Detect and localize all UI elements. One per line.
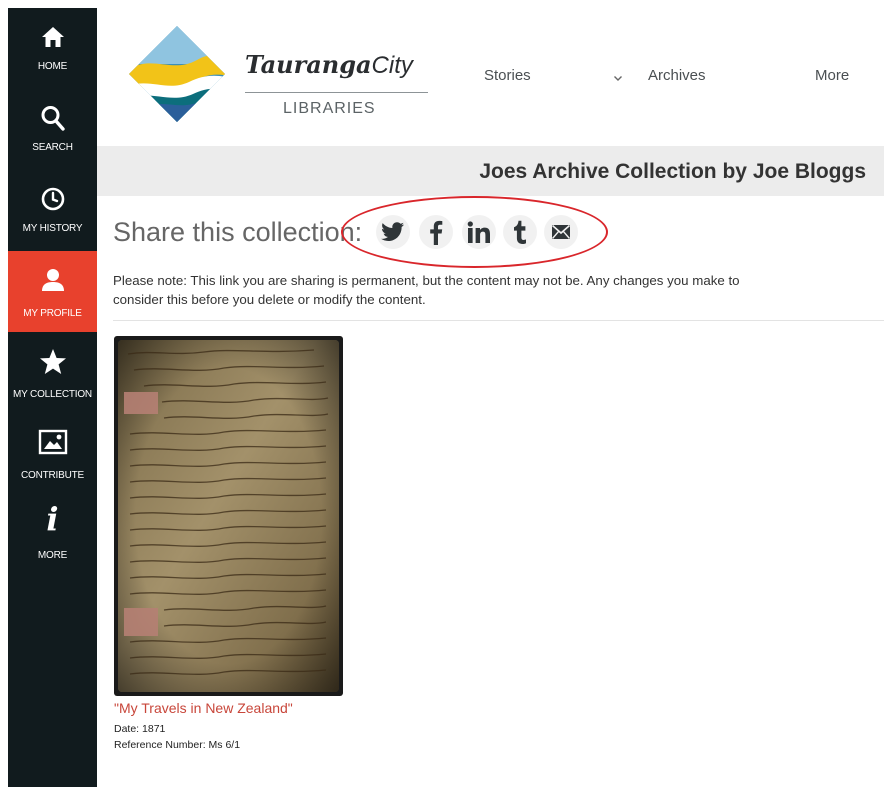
page-title: Joes Archive Collection by Joe Bloggs — [479, 160, 866, 183]
divider — [113, 320, 884, 321]
brand-name: TaurangaCity — [245, 50, 413, 79]
sidebar-item-label: MY COLLECTION — [13, 389, 92, 400]
image-icon — [8, 425, 97, 459]
nav-archives[interactable]: Archives — [648, 67, 706, 84]
item-thumbnail[interactable] — [114, 336, 343, 696]
clock-icon — [8, 182, 97, 216]
nav-stories[interactable]: Stories — [484, 67, 531, 84]
home-icon — [8, 20, 97, 54]
sidebar-item-label: SEARCH — [32, 142, 73, 153]
sidebar: HOME SEARCH MY HISTORY MY PROFILE MY COL… — [8, 8, 97, 787]
sidebar-item-label: CONTRIBUTE — [20, 470, 84, 481]
sidebar-item-label: HOME — [37, 61, 68, 72]
search-icon — [8, 101, 97, 135]
chevron-down-icon[interactable] — [613, 70, 623, 87]
sidebar-item-my-history[interactable]: MY HISTORY — [8, 170, 97, 251]
collection-titlebar: Joes Archive Collection by Joe Bloggs — [97, 146, 884, 196]
brand-divider — [245, 92, 428, 93]
sidebar-item-more[interactable]: i MORE — [8, 494, 97, 575]
nav-more[interactable]: More — [815, 67, 849, 84]
sidebar-item-my-collection[interactable]: MY COLLECTION — [8, 332, 97, 413]
tauranga-city-libraries-logo[interactable] — [127, 24, 237, 133]
brand-city: City — [371, 52, 413, 79]
share-note-line1: Please note: This link you are sharing i… — [113, 273, 740, 288]
brand-sub: LIBRARIES — [283, 100, 376, 117]
star-icon — [8, 344, 97, 378]
item-title-link[interactable]: "My Travels in New Zealand" — [114, 700, 293, 716]
sidebar-item-my-profile[interactable]: MY PROFILE — [8, 251, 97, 332]
share-heading: Share this collection: — [113, 217, 363, 247]
site-header: TaurangaCity LIBRARIES Stories Archives … — [97, 8, 884, 146]
sidebar-item-label: MY PROFILE — [23, 308, 82, 319]
item-reference: Reference Number: Ms 6/1 — [114, 739, 241, 751]
sidebar-item-contribute[interactable]: CONTRIBUTE — [8, 413, 97, 494]
share-note: Please note: This link you are sharing i… — [113, 271, 884, 309]
sidebar-item-label: MY HISTORY — [22, 223, 83, 234]
highlight-ellipse — [341, 196, 608, 268]
share-note-line2: consider this before you delete or modif… — [113, 292, 426, 307]
info-icon: i — [46, 500, 59, 538]
sidebar-item-label: MORE — [37, 550, 68, 561]
sidebar-item-search[interactable]: SEARCH — [8, 89, 97, 170]
item-date: Date: 1871 — [114, 723, 166, 735]
sidebar-item-home[interactable]: HOME — [8, 8, 97, 89]
person-icon — [8, 263, 97, 297]
